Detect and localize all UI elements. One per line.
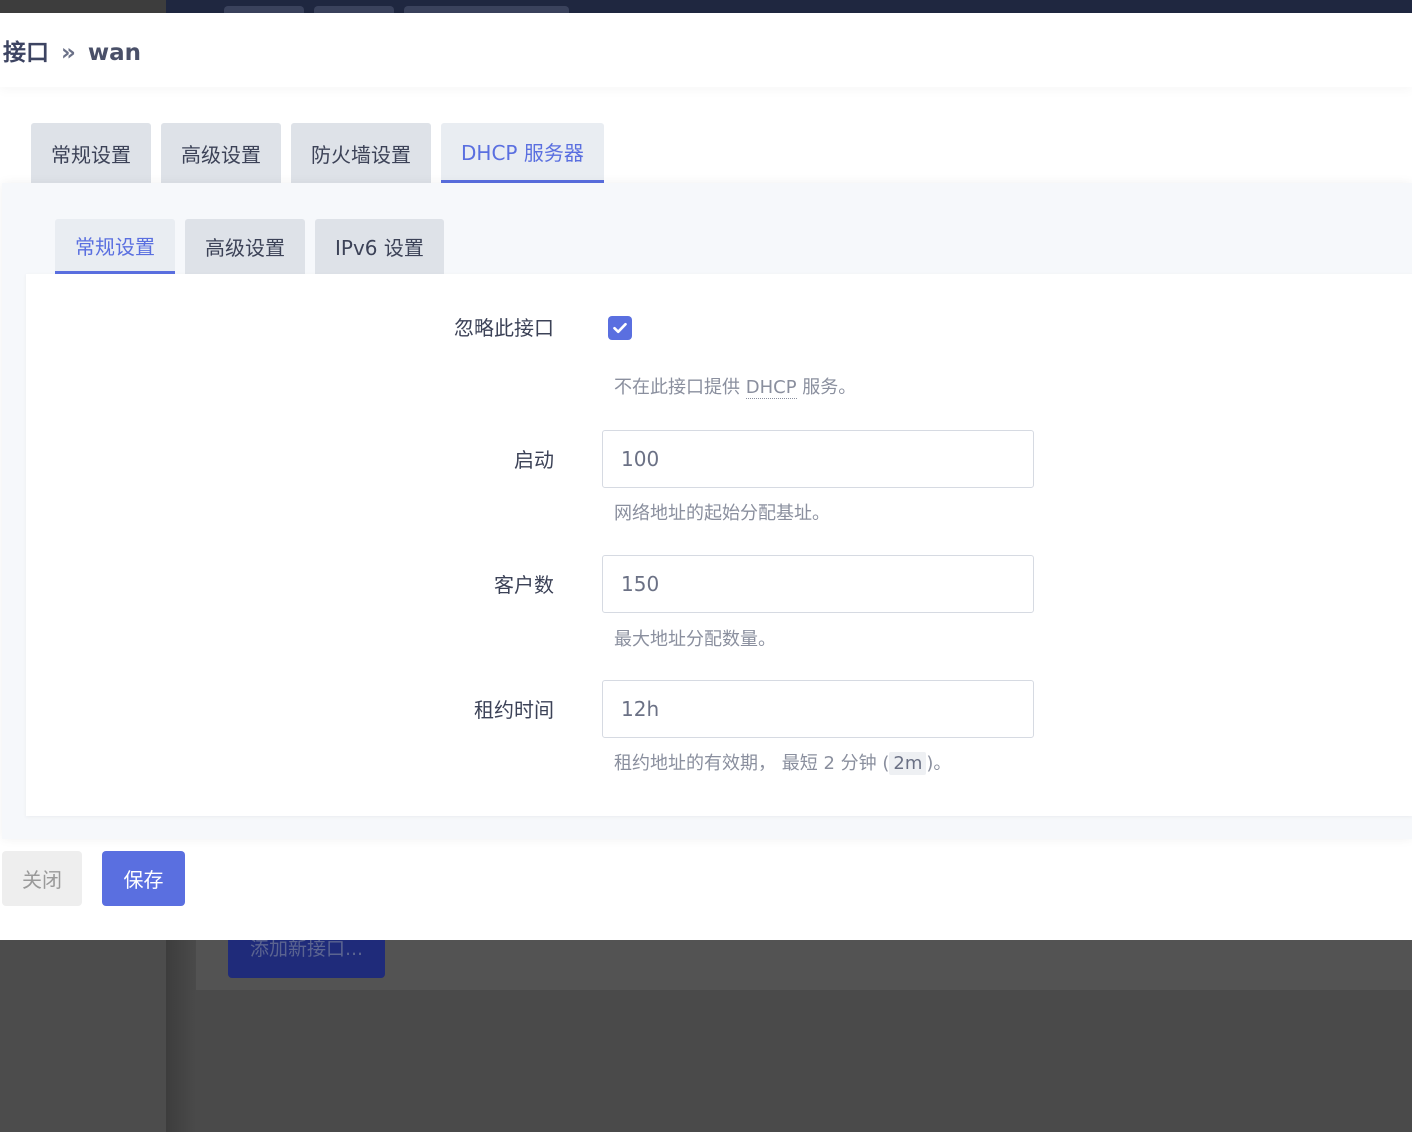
dhcp-abbr: DHCP (745, 377, 797, 399)
ignore-desc-text: 不在此接口提供 (614, 377, 746, 398)
dhcp-section: 常规设置 高级设置 IPv6 设置 忽略此接口 不在此接口提供 DHCP 服务。… (2, 183, 1412, 839)
ignore-interface-checkbox[interactable] (608, 316, 632, 340)
tab-general[interactable]: 常规设置 (31, 123, 151, 183)
leasetime-description: 租约地址的有效期， 最短 2 分钟 (2m)。 (614, 749, 951, 775)
leasetime-code: 2m (889, 752, 927, 775)
add-interface-label: 添加新接口... (249, 940, 364, 960)
tab-advanced[interactable]: 高级设置 (161, 123, 281, 183)
subtab-general[interactable]: 常规设置 (55, 219, 175, 274)
checkmark-icon (613, 322, 627, 334)
modal-footer: 关闭 保存 (2, 851, 185, 906)
modal-header: 接口 » wan (0, 13, 1412, 87)
ignore-interface-label: 忽略此接口 (454, 316, 554, 340)
save-button[interactable]: 保存 (102, 851, 185, 906)
leasetime-desc-text-end: )。 (926, 753, 952, 774)
general-settings-panel: 忽略此接口 不在此接口提供 DHCP 服务。 启动 网络地址的起始分配基址。 客… (26, 274, 1412, 816)
start-input[interactable] (602, 430, 1034, 488)
outer-tabs: 常规设置 高级设置 防火墙设置 DHCP 服务器 (31, 123, 604, 183)
tab-firewall[interactable]: 防火墙设置 (291, 123, 431, 183)
tab-dhcp-server[interactable]: DHCP 服务器 (441, 123, 604, 183)
title-section: 接口 (3, 40, 49, 66)
start-label: 启动 (514, 448, 554, 472)
ignore-desc-text-end: 服务。 (796, 377, 857, 398)
limit-label: 客户数 (494, 573, 554, 597)
subtab-advanced[interactable]: 高级设置 (185, 219, 305, 274)
start-description: 网络地址的起始分配基址。 (614, 503, 830, 524)
add-interface-button: 添加新接口... (228, 940, 385, 978)
background-topbar (166, 0, 1412, 14)
leasetime-label: 租约时间 (474, 698, 554, 722)
limit-description: 最大地址分配数量。 (614, 629, 776, 650)
subtab-ipv6[interactable]: IPv6 设置 (315, 219, 444, 274)
background-sidebar-top (0, 0, 166, 14)
modal-title: 接口 » wan (3, 33, 141, 67)
leasetime-input[interactable] (602, 680, 1034, 738)
title-separator: » (61, 40, 76, 66)
interface-modal: 接口 » wan 常规设置 高级设置 防火墙设置 DHCP 服务器 常规设置 高… (0, 13, 1412, 940)
leasetime-desc-text: 租约地址的有效期， 最短 2 分钟 ( (614, 753, 890, 774)
close-button[interactable]: 关闭 (2, 851, 82, 906)
ignore-interface-description: 不在此接口提供 DHCP 服务。 (614, 373, 856, 399)
limit-input[interactable] (602, 555, 1034, 613)
inner-tabs: 常规设置 高级设置 IPv6 设置 (55, 219, 444, 274)
title-interface: wan (87, 40, 142, 66)
